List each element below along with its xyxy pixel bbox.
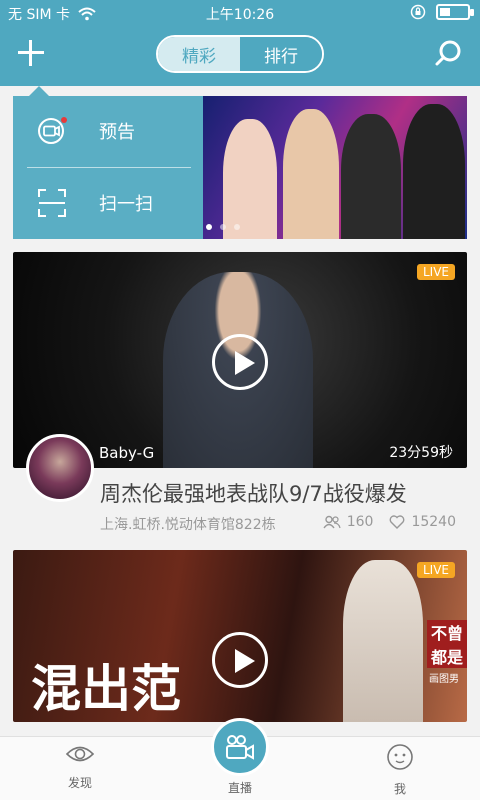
poster-caption: 画图男 xyxy=(429,674,459,685)
nav-me-label: 我 xyxy=(393,782,406,796)
play-icon[interactable] xyxy=(212,632,268,688)
nav-me[interactable]: 我 xyxy=(360,743,440,797)
live-broadcast-button[interactable] xyxy=(211,718,269,776)
live-badge: LIVE xyxy=(416,264,455,280)
battery-icon xyxy=(436,4,474,20)
live-card[interactable]: LIVE Baby-G 23分59秒 xyxy=(13,252,467,468)
nav-discover[interactable]: 发现 xyxy=(40,743,120,791)
host-name: Baby-G xyxy=(99,444,155,462)
nav-live-label: 直播 xyxy=(227,781,252,795)
poster-title: 混出范 xyxy=(31,660,181,718)
add-button[interactable] xyxy=(14,36,48,70)
add-menu: 预告 扫一扫 xyxy=(13,86,203,239)
live-duration: 23分59秒 xyxy=(389,445,453,461)
heart-icon xyxy=(390,515,405,529)
stream-title[interactable]: 周杰伦最强地表战队9/7战役爆发 xyxy=(100,478,407,508)
rotation-lock-icon xyxy=(410,4,426,20)
scan-icon xyxy=(38,189,66,217)
banner-image xyxy=(203,96,467,239)
like-count: 15240 xyxy=(411,514,456,530)
live-card[interactable]: LIVE 混出范 不曾 都是 画图男 xyxy=(13,550,467,722)
tab-ranking[interactable]: 排行 xyxy=(240,37,322,71)
menu-item-label: 预告 xyxy=(99,122,135,143)
search-icon[interactable] xyxy=(434,38,464,68)
clock: 上午10:26 xyxy=(205,7,275,23)
nav-discover-label: 发现 xyxy=(67,776,92,790)
carousel-dots xyxy=(206,224,240,230)
menu-item-preview[interactable]: 预告 xyxy=(13,96,203,166)
live-badge: LIVE xyxy=(416,562,455,578)
menu-item-label: 扫一扫 xyxy=(99,194,153,215)
tab-featured[interactable]: 精彩 xyxy=(158,37,240,71)
play-icon[interactable] xyxy=(212,334,268,390)
menu-item-scan[interactable]: 扫一扫 xyxy=(13,168,203,238)
top-bar: 无 SIM 卡 上午10:26 精彩 排行 xyxy=(0,0,480,86)
camera-icon xyxy=(226,735,254,760)
performer-image xyxy=(343,560,423,722)
viewers-icon xyxy=(323,515,341,529)
status-bar: 无 SIM 卡 上午10:26 xyxy=(0,0,480,26)
poster-side-text: 不曾 都是 xyxy=(427,620,467,668)
stream-location: 上海.虹桥.悦动体育馆822栋 xyxy=(100,517,276,533)
face-icon xyxy=(387,744,413,770)
feed-tab-switch: 精彩 排行 xyxy=(156,35,324,73)
viewer-count: 160 xyxy=(346,514,374,530)
stream-stats: 160 15240 xyxy=(323,514,456,530)
avatar[interactable] xyxy=(26,434,94,502)
eye-icon xyxy=(65,746,95,762)
video-camera-icon xyxy=(38,117,67,144)
